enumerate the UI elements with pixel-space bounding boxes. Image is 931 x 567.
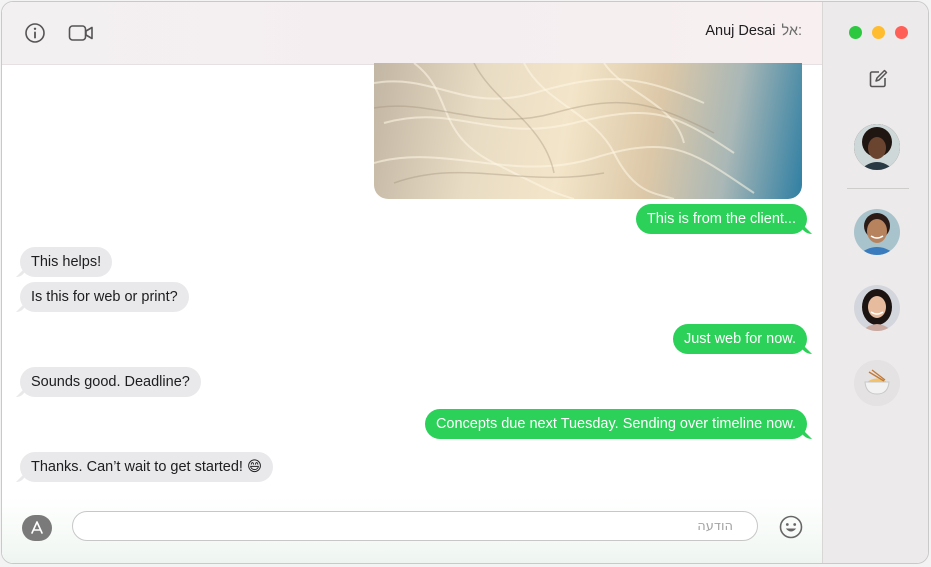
message-bubble-sent[interactable]: This is from the client... [635, 204, 807, 234]
message-input-placeholder: הודעה [697, 518, 733, 534]
messages-window: Anuj Desai אל: This is from the client..… [1, 1, 929, 564]
noodle-bowl-icon [854, 360, 900, 406]
message-bubble-received[interactable]: This helps! [20, 247, 113, 277]
message-input[interactable]: הודעה [72, 511, 758, 541]
to-label: אל: [781, 23, 802, 39]
shared-photo[interactable] [374, 63, 802, 199]
conversation-avatar[interactable] [854, 285, 900, 331]
message-bubble-received[interactable]: Thanks. Can’t wait to get started! 😄 [20, 452, 274, 482]
emoji-icon[interactable] [778, 514, 804, 540]
sidebar-divider [847, 188, 909, 189]
compose-icon[interactable] [867, 68, 889, 90]
contact-name: Anuj Desai [705, 23, 776, 39]
conversation-avatar-group[interactable] [854, 360, 900, 406]
message-bubble-received[interactable]: Sounds good. Deadline? [20, 367, 201, 397]
conversation-avatar[interactable] [854, 209, 900, 255]
apps-button[interactable] [22, 515, 52, 541]
message-bubble-sent[interactable]: Just web for now. [672, 324, 807, 354]
message-bubble-sent[interactable]: Concepts due next Tuesday. Sending over … [424, 409, 807, 439]
minimize-window-button[interactable] [872, 26, 885, 39]
conversation-pane: Anuj Desai אל: This is from the client..… [2, 2, 822, 563]
video-call-icon[interactable] [66, 20, 96, 46]
message-bubble-received[interactable]: Is this for web or print? [20, 282, 189, 312]
app-store-icon [31, 521, 43, 534]
info-icon[interactable] [22, 20, 48, 46]
recipient-line[interactable]: Anuj Desai אל: [705, 23, 802, 39]
zoom-window-button[interactable] [849, 26, 862, 39]
composer-bar: הודעה [2, 497, 822, 563]
close-window-button[interactable] [895, 26, 908, 39]
conversation-sidebar [822, 2, 928, 563]
conversation-avatar[interactable] [854, 124, 900, 170]
conversation-header: Anuj Desai אל: [2, 2, 822, 65]
